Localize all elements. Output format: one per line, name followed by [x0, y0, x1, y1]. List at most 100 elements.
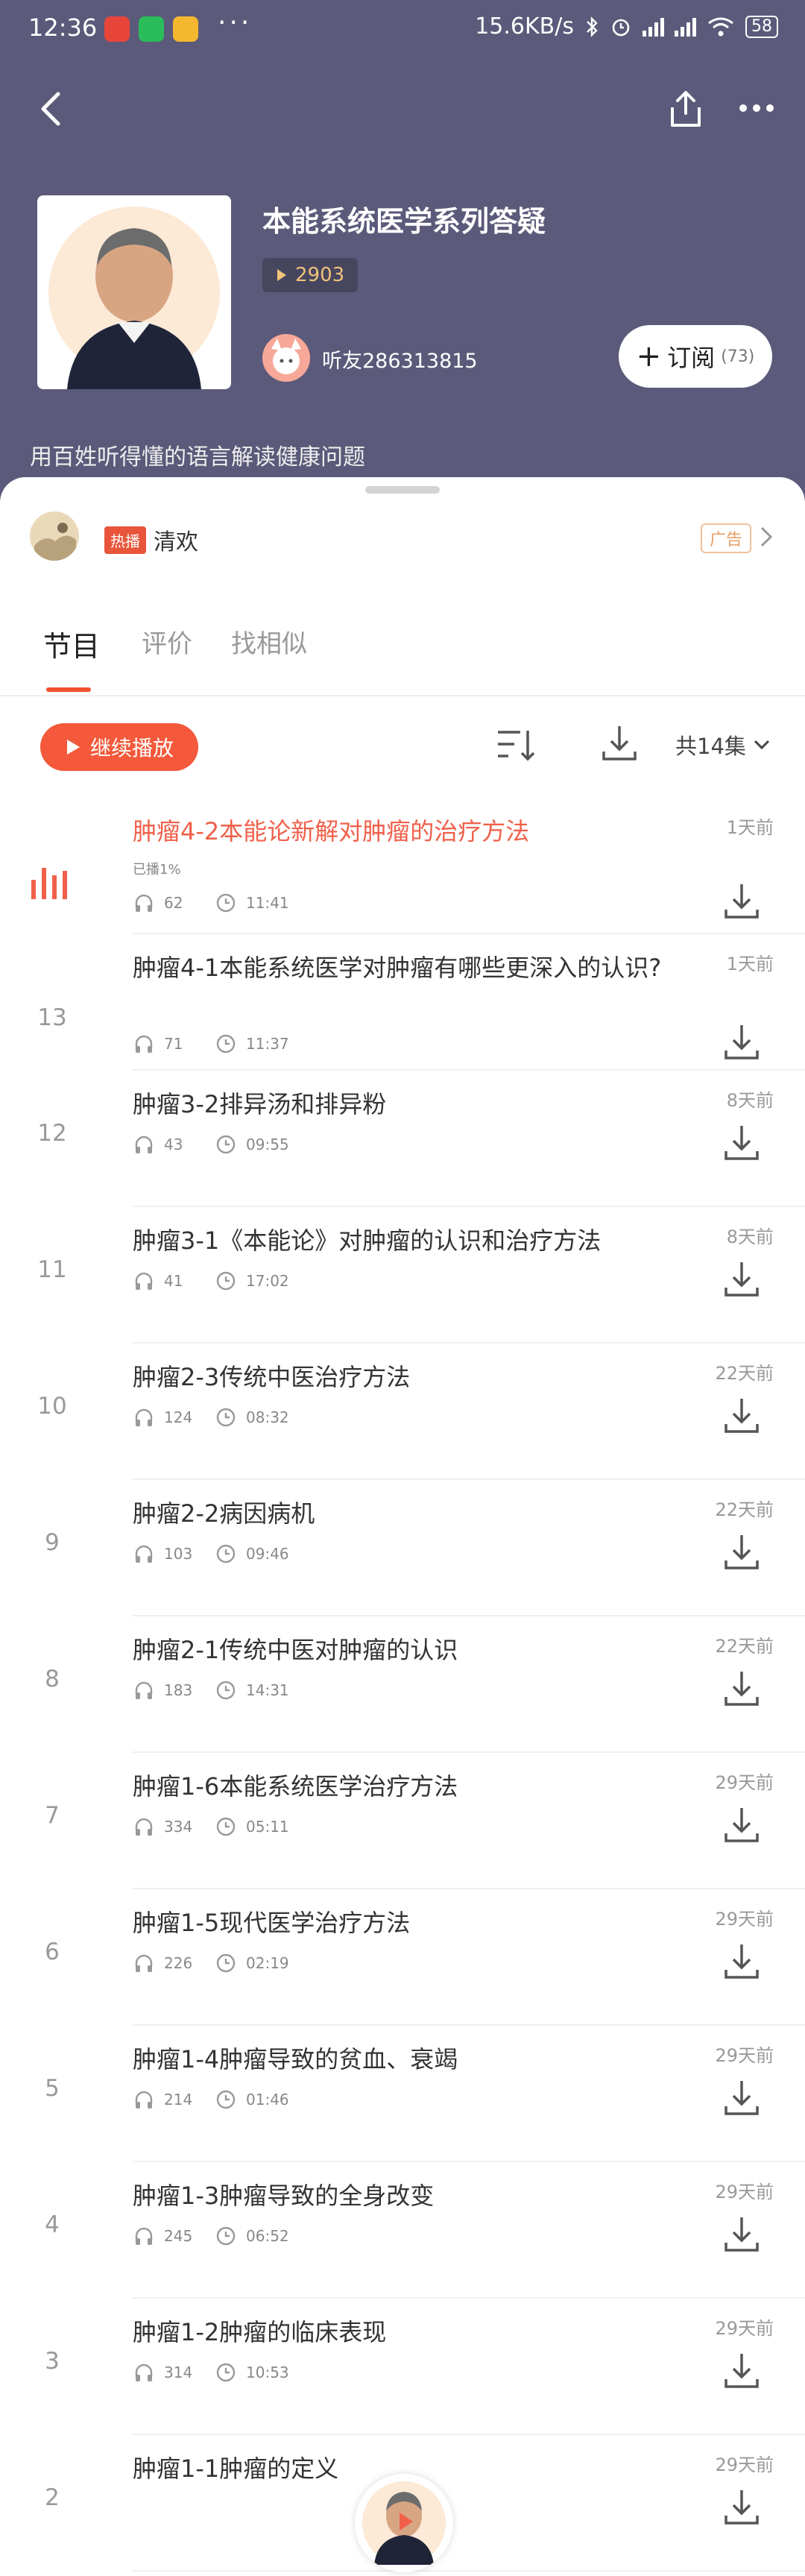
episode-row[interactable]: 4 肿瘤1-3肿瘤导致的全身改变 245 06:52 29天前	[0, 2162, 805, 2299]
episode-duration: 09:46	[246, 1545, 289, 1563]
episode-number: 2	[45, 2484, 60, 2511]
episode-number: 5	[45, 2075, 60, 2102]
download-icon[interactable]	[723, 1532, 760, 1572]
download-icon[interactable]	[723, 1396, 760, 1436]
episode-title: 肿瘤4-2本能论新解对肿瘤的治疗方法	[133, 817, 530, 845]
episode-meta: 124 08:32	[133, 1406, 289, 1429]
episode-number: 13	[37, 1004, 67, 1031]
episode-duration: 08:32	[246, 1408, 289, 1426]
clock-icon	[216, 1034, 236, 1054]
episode-count-dropdown[interactable]: 共14集	[675, 729, 770, 760]
play-count: 2903	[295, 264, 345, 286]
episode-date: 29天前	[715, 1772, 774, 1793]
episode-meta: 226 02:19	[133, 1952, 289, 1974]
episode-date: 29天前	[715, 2318, 774, 2339]
episode-row[interactable]: 肿瘤4-2本能论新解对肿瘤的治疗方法 已播1% 62 11:41 1天前	[0, 798, 805, 934]
author-name[interactable]: 听友286313815	[322, 344, 478, 374]
sort-icon[interactable]	[495, 725, 535, 765]
episode-date: 29天前	[715, 2454, 774, 2475]
episode-duration: 02:19	[246, 1954, 289, 1972]
more-icon[interactable]	[738, 97, 775, 119]
episode-row[interactable]: 6 肿瘤1-5现代医学治疗方法 226 02:19 29天前	[0, 1889, 805, 2026]
status-bar: 12:36 ··· 15.6KB/s 58	[0, 0, 805, 60]
more-notifications-icon: ···	[218, 7, 253, 38]
download-icon[interactable]	[723, 1669, 760, 1709]
episode-row[interactable]: 10 肿瘤2-3传统中医治疗方法 124 08:32 22天前	[0, 1344, 805, 1480]
download-icon[interactable]	[723, 1805, 760, 1845]
episode-plays: 214	[164, 2091, 193, 2109]
episode-title: 肿瘤1-5现代医学治疗方法	[133, 1909, 411, 1937]
album-cover[interactable]	[37, 195, 231, 389]
tab-reviews[interactable]: 评价	[142, 623, 192, 660]
episode-row[interactable]: 12 肿瘤3-2排异汤和排异粉 43 09:55 8天前	[0, 1071, 805, 1207]
mini-player-cover	[362, 2481, 446, 2565]
episode-number: 7	[45, 1802, 60, 1829]
episode-row[interactable]: 9 肿瘤2-2病因病机 103 09:46 22天前	[0, 1480, 805, 1616]
download-icon[interactable]	[723, 1942, 760, 1982]
cover-portrait	[48, 207, 220, 389]
episode-row[interactable]: 7 肿瘤1-6本能系统医学治疗方法 334 05:11 29天前	[0, 1753, 805, 1889]
episode-date: 22天前	[715, 1499, 774, 1520]
album-header: 12:36 ··· 15.6KB/s 58 本能系统医学系列答疑 2903 听友…	[0, 0, 805, 522]
download-icon[interactable]	[723, 1123, 760, 1163]
download-icon[interactable]	[723, 2214, 760, 2255]
continue-play-label: 继续播放	[89, 736, 174, 760]
tab-similar[interactable]: 找相似	[231, 623, 307, 660]
episode-row[interactable]: 5 肿瘤1-4肿瘤导致的贫血、衰竭 214 01:46 29天前	[0, 2026, 805, 2162]
headphones-icon	[135, 1272, 153, 1290]
episode-number: 10	[37, 1393, 67, 1420]
clock-icon	[216, 2363, 236, 2382]
download-icon[interactable]	[723, 881, 760, 922]
episode-duration: 11:41	[246, 894, 289, 912]
download-icon[interactable]	[723, 1022, 760, 1062]
sheet-grabber[interactable]	[365, 486, 440, 494]
episode-number: 6	[45, 1939, 60, 1965]
headphones-icon	[135, 1408, 153, 1426]
episode-duration: 17:02	[246, 1272, 289, 1290]
headphones-icon	[135, 2364, 153, 2381]
download-icon[interactable]	[723, 2078, 760, 2118]
plus-icon: +	[636, 339, 662, 374]
ad-avatar[interactable]	[30, 511, 79, 561]
download-icon[interactable]	[723, 2351, 760, 2391]
episode-number: 12	[37, 1120, 67, 1147]
playing-equalizer-icon	[31, 868, 67, 899]
play-icon	[277, 269, 286, 281]
episode-row[interactable]: 8 肿瘤2-1传统中医对肿瘤的认识 183 14:31 22天前	[0, 1616, 805, 1753]
continue-play-button[interactable]: 继续播放	[40, 723, 198, 771]
episode-meta: 43 09:55	[133, 1133, 289, 1156]
episode-row[interactable]: 3 肿瘤1-2肿瘤的临床表现 314 10:53 29天前	[0, 2299, 805, 2435]
battery-icon: 58	[745, 15, 778, 38]
episode-title: 肿瘤4-1本能系统医学对肿瘤有哪些更深入的认识?	[133, 954, 662, 982]
episode-title: 肿瘤2-1传统中医对肿瘤的认识	[133, 1636, 458, 1664]
share-icon[interactable]	[666, 88, 705, 130]
episode-duration: 11:37	[246, 1035, 289, 1053]
episode-number: 11	[37, 1256, 67, 1283]
headphones-icon	[135, 1035, 153, 1053]
episode-title: 肿瘤1-4肿瘤导致的贫血、衰竭	[133, 2045, 458, 2073]
download-all-icon[interactable]	[601, 723, 638, 763]
episode-row[interactable]: 11 肿瘤3-1《本能论》对肿瘤的认识和治疗方法 41 17:02 8天前	[0, 1207, 805, 1344]
clock-icon	[216, 1408, 236, 1427]
notes-icon	[173, 16, 198, 42]
tab-episodes[interactable]: 节目	[43, 623, 100, 664]
episode-plays: 103	[164, 1545, 193, 1563]
subscribe-button[interactable]: + 订阅 (73)	[619, 325, 772, 388]
episode-title: 肿瘤1-6本能系统医学治疗方法	[133, 1772, 458, 1801]
episode-plays: 43	[164, 1136, 183, 1153]
episode-title: 肿瘤2-2病因病机	[133, 1499, 315, 1528]
episode-date: 22天前	[715, 1636, 774, 1657]
clock-icon	[216, 893, 236, 913]
chevron-right-icon[interactable]	[759, 525, 774, 549]
episode-plays: 226	[164, 1954, 193, 1972]
author-avatar[interactable]	[262, 334, 310, 382]
episode-row[interactable]: 13 肿瘤4-1本能系统医学对肿瘤有哪些更深入的认识? 71 11:37 1天前	[0, 934, 805, 1071]
headphones-icon	[135, 1136, 153, 1153]
episode-meta: 183 14:31	[133, 1679, 289, 1701]
ad-title[interactable]: 清欢	[154, 523, 198, 556]
download-icon[interactable]	[723, 2487, 760, 2528]
tab-indicator	[46, 687, 91, 692]
back-icon[interactable]	[36, 88, 66, 130]
mini-player-button[interactable]	[355, 2474, 453, 2572]
download-icon[interactable]	[723, 1259, 760, 1300]
